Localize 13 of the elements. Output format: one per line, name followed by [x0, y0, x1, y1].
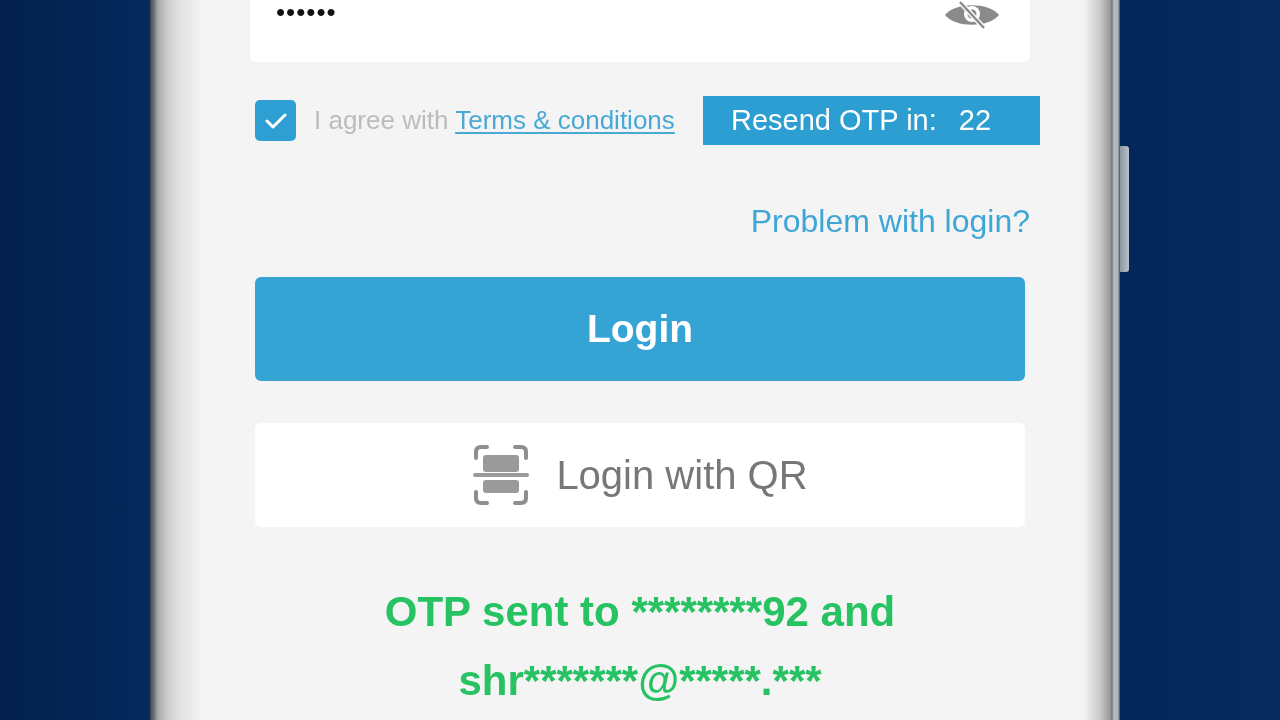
- checkbox[interactable]: [255, 100, 296, 141]
- qr-login-button[interactable]: Login with QR: [255, 423, 1025, 527]
- resend-label: Resend OTP in:: [731, 104, 937, 137]
- password-value: ••••••: [276, 0, 337, 24]
- check-icon: [264, 112, 287, 129]
- countdown-timer: 22: [958, 104, 992, 137]
- password-field[interactable]: ••••••: [250, 0, 1030, 62]
- login-button[interactable]: Login: [255, 277, 1025, 381]
- terms-label: I agree with Terms & conditions: [314, 105, 675, 136]
- problem-with-login-link[interactable]: Problem with login?: [750, 203, 1030, 239]
- otp-sent-message: OTP sent to ********92 and shr*******@*****.***: [383, 587, 897, 706]
- qr-scan-icon: [472, 444, 531, 506]
- terms-link[interactable]: Terms & conditions: [455, 105, 675, 135]
